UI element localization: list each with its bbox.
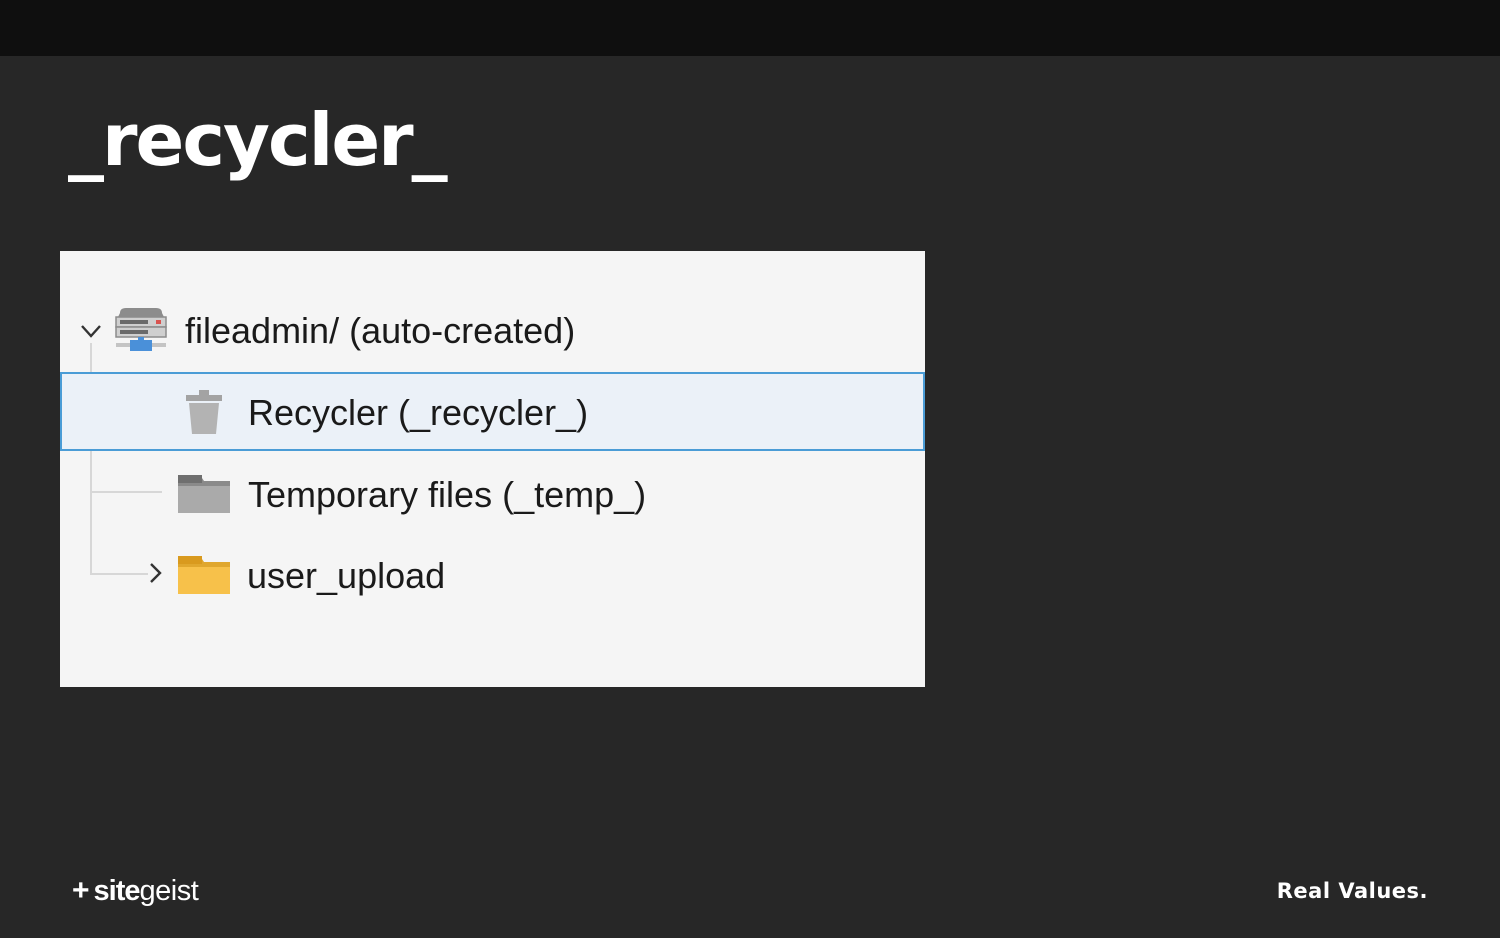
file-tree-panel: fileadmin/ (auto-created) Recycler (_rec…: [60, 251, 925, 687]
tree-node-fileadmin[interactable]: fileadmin/ (auto-created): [60, 292, 925, 370]
folder-yellow-icon: [178, 554, 230, 599]
chevron-right-icon[interactable]: [142, 560, 168, 586]
tree-node-recycler[interactable]: Recycler (_recycler_): [60, 372, 925, 451]
chevron-down-icon[interactable]: [78, 318, 104, 344]
tree-node-label: Temporary files (_temp_): [248, 474, 647, 515]
slide-title: _recycler_: [68, 98, 448, 182]
storage-server-icon: [114, 307, 168, 358]
tree-node-label: fileadmin/ (auto-created): [185, 310, 576, 351]
sitegeist-logo: + site geist: [72, 874, 199, 907]
brand-name-bold: site: [93, 874, 141, 907]
tree-node-label: user_upload: [247, 555, 446, 596]
trash-icon: [183, 390, 225, 441]
top-bar: [0, 0, 1500, 56]
tree-node-label: Recycler (_recycler_): [248, 392, 589, 433]
tagline: Real Values.: [1276, 879, 1428, 903]
tree-node-temp[interactable]: Temporary files (_temp_): [60, 455, 925, 533]
tree-node-user-upload[interactable]: user_upload: [60, 536, 925, 614]
folder-gray-icon: [178, 473, 230, 518]
brand-plus: +: [72, 874, 90, 907]
brand-name-light: geist: [139, 874, 199, 907]
